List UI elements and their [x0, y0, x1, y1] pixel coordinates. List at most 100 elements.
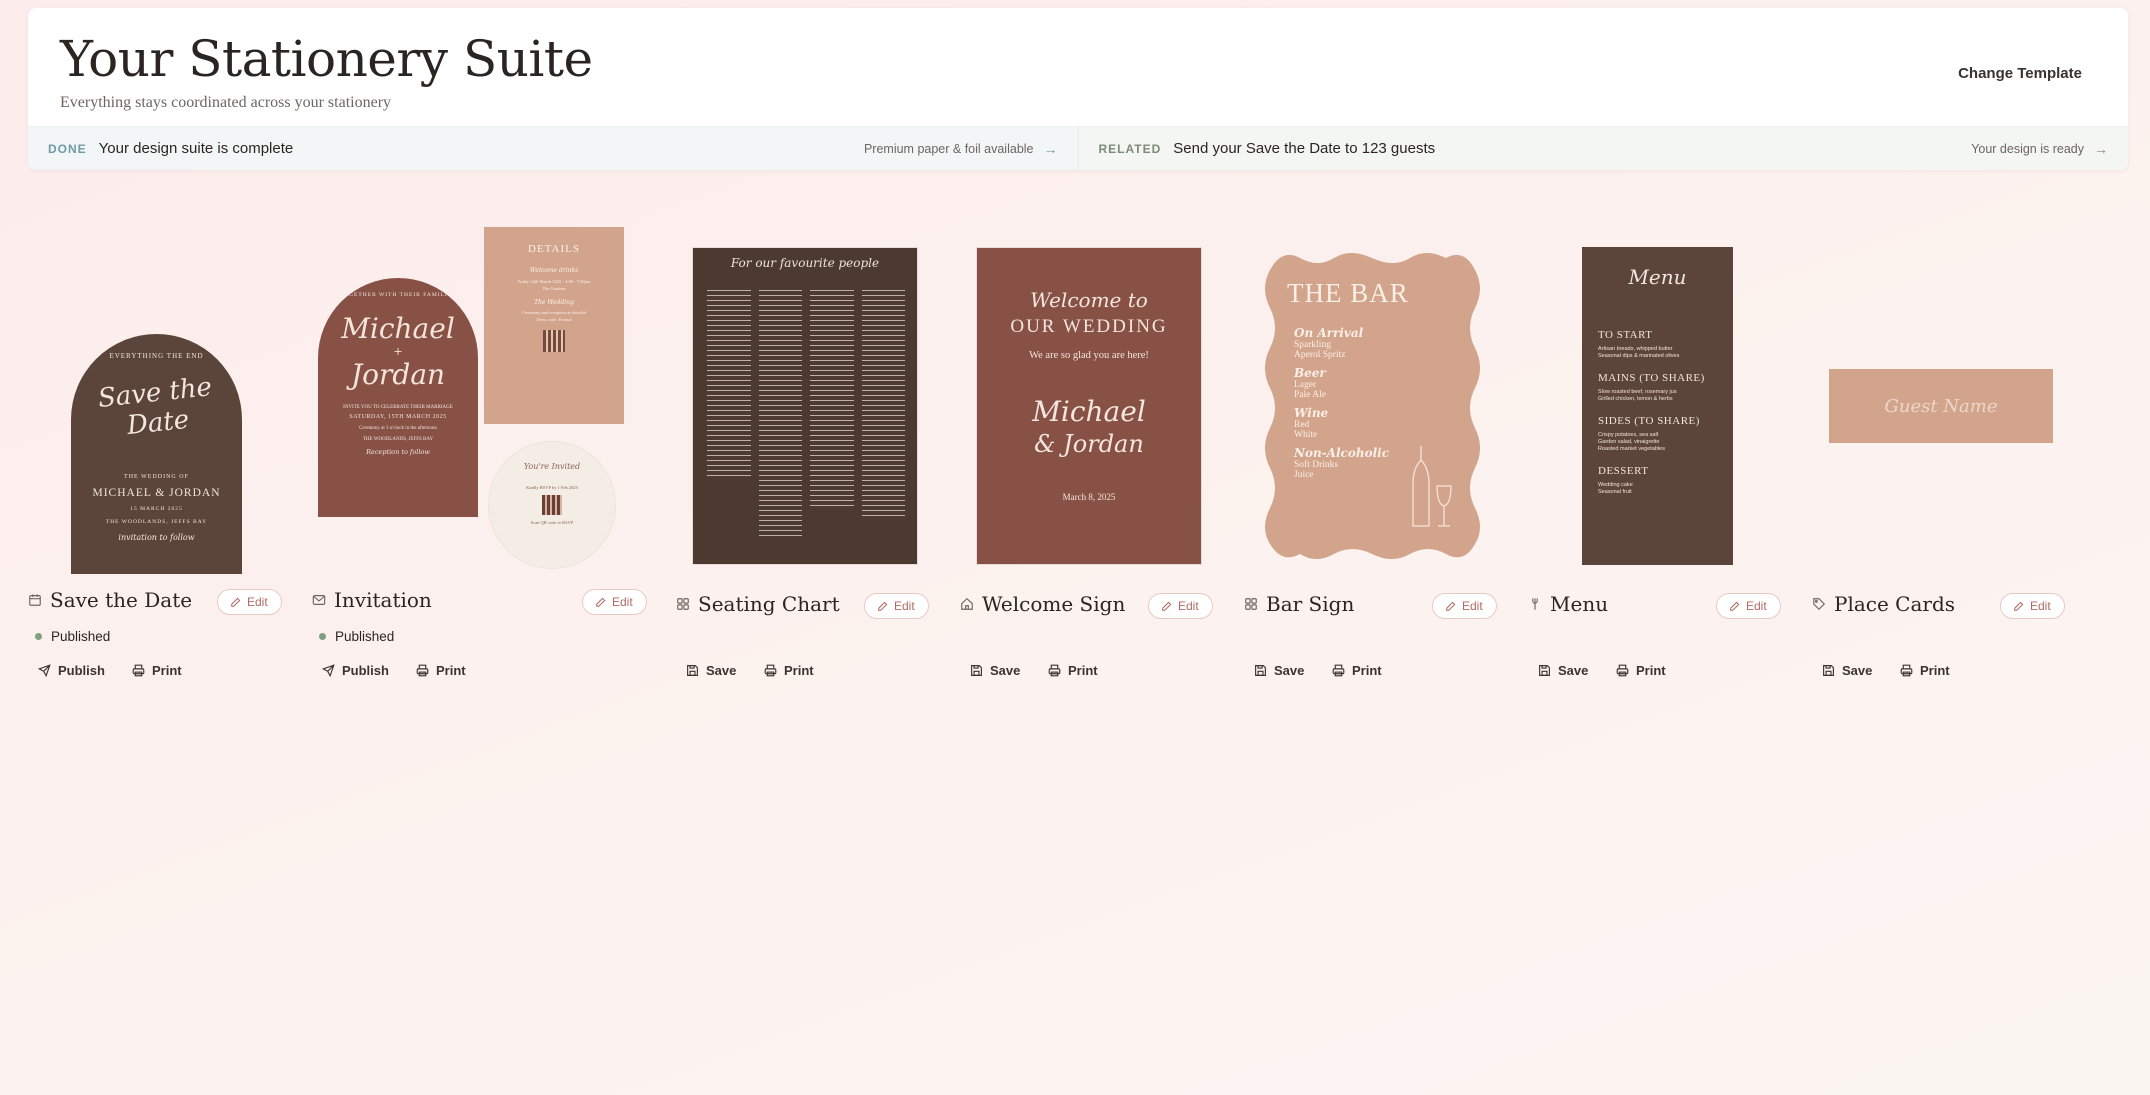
save-the-date-status-badge: Published	[35, 629, 110, 644]
status-related: RELATED Send your Save the Date to 123 g…	[1078, 126, 2128, 170]
welcome-name-2: & Jordan	[1034, 430, 1144, 458]
rsvp-text-1: Kindly RSVP by 1 Feb 2025	[526, 485, 578, 490]
change-template-button[interactable]: Change Template	[1958, 65, 2082, 82]
grid-icon	[1244, 597, 1258, 611]
invitation-preview[interactable]: TOGETHER WITH THEIR FAMILIES Michael + J…	[318, 278, 478, 517]
save-icon	[686, 664, 699, 677]
menu-section-heading: MAINS (TO SHARE)	[1598, 372, 1705, 384]
seating-chart-edit-button[interactable]: Edit	[864, 593, 929, 619]
menu-edit-button[interactable]: Edit	[1716, 593, 1781, 619]
details-card-preview[interactable]: DETAILS Welcome drinks Friday 14th March…	[484, 227, 624, 424]
rsvp-card-preview[interactable]: You're Invited Kindly RSVP by 1 Feb 2025…	[489, 442, 615, 568]
seating-chart-preview[interactable]: For our favourite people	[693, 248, 917, 564]
bar-sign-print-label: Print	[1352, 663, 1382, 678]
bar-section-heading: On Arrival	[1294, 326, 1364, 340]
menu-item: Crispy potatoes, sea salt	[1598, 432, 1659, 438]
details-qr-code	[543, 330, 565, 352]
menu-item: Roasted market vegetables	[1598, 446, 1665, 452]
menu-section-heading: DESSERT	[1598, 465, 1649, 477]
seating-chart-save-button[interactable]: Save	[686, 663, 736, 678]
inv-line-1: INVITE YOU TO CELEBRATE THEIR MARRIAGE	[343, 405, 453, 410]
welcome-script: Welcome to	[1030, 288, 1148, 312]
utensils-icon	[1528, 597, 1542, 611]
welcome-sign-save-button[interactable]: Save	[970, 663, 1020, 678]
design-ready-link[interactable]: Your design is ready →	[1971, 141, 2108, 157]
bar-item: Juice	[1294, 470, 1314, 480]
seating-chart-print-label: Print	[784, 663, 814, 678]
suite-header: Your Stationery Suite Everything stays c…	[28, 8, 2128, 170]
invitation-edit-button[interactable]: Edit	[582, 589, 647, 615]
std-script-title: Save the Date	[96, 372, 214, 442]
envelope-icon	[312, 593, 326, 607]
place-cards-print-label: Print	[1920, 663, 1950, 678]
status-related-message: Send your Save the Date to 123 guests	[1173, 140, 1436, 157]
welcome-sign-preview[interactable]: Welcome to OUR WEDDING We are so glad yo…	[977, 248, 1201, 564]
welcome-sign-card-title: Welcome Sign	[960, 592, 1125, 616]
save-the-date-title-text: Save the Date	[50, 588, 193, 612]
status-related-label: RELATED	[1098, 141, 1162, 156]
bar-sign-card-title: Bar Sign	[1244, 592, 1354, 616]
bar-section-heading: Non-Alcoholic	[1294, 446, 1390, 460]
welcome-sign-save-label: Save	[990, 663, 1021, 678]
invitation-print-button[interactable]: Print	[416, 663, 466, 678]
menu-print-button[interactable]: Print	[1616, 663, 1666, 678]
premium-paper-link[interactable]: Premium paper & foil available →	[864, 141, 1058, 157]
pencil-icon	[1161, 601, 1172, 612]
welcome-date: March 8, 2025	[1062, 492, 1116, 502]
std-top-text: EVERYTHING THE END	[109, 352, 204, 360]
save-the-date-edit-button[interactable]: Edit	[217, 589, 282, 615]
seating-chart-edit-label: Edit	[894, 599, 915, 613]
rsvp-title: You're Invited	[523, 462, 581, 471]
menu-preview[interactable]: Menu TO START Artisan breads, whipped but…	[1582, 247, 1733, 565]
status-done-message: Your design suite is complete	[98, 140, 294, 157]
menu-item: Grilled chicken, lemon & herbs	[1598, 396, 1673, 402]
bar-sign-preview[interactable]: THE BAR On Arrival Sparkling Aperol Spritz…	[1260, 248, 1485, 564]
seating-chart-print-button[interactable]: Print	[764, 663, 814, 678]
save-the-date-edit-label: Edit	[247, 595, 268, 609]
pencil-icon	[595, 597, 606, 608]
welcome-subtitle: We are so glad you are here!	[1029, 350, 1149, 361]
menu-item: Slow roasted beef, rosemary jus	[1598, 389, 1677, 395]
std-venue: THE WOODLANDS, JEFFS BAY	[105, 519, 208, 525]
welcome-sign-print-button[interactable]: Print	[1048, 663, 1098, 678]
bar-sign-print-button[interactable]: Print	[1332, 663, 1382, 678]
inv-name-1: Michael	[341, 312, 455, 345]
inv-line-4: THE WOODLANDS, JEFFS BAY	[362, 437, 434, 442]
menu-item: Seasonal dips & marinated olives	[1598, 353, 1680, 359]
invitation-print-label: Print	[436, 663, 466, 678]
bar-item: White	[1294, 430, 1318, 440]
menu-sections: TO START Artisan breads, whipped butter Se…	[1598, 329, 1723, 496]
menu-item: Artisan breads, whipped butter	[1598, 346, 1673, 352]
place-cards-edit-button[interactable]: Edit	[2000, 593, 2065, 619]
seating-chart-save-label: Save	[706, 663, 737, 678]
menu-save-button[interactable]: Save	[1538, 663, 1588, 678]
std-names: MICHAEL & JORDAN	[92, 487, 221, 499]
details-heading-1: Welcome drinks	[529, 267, 579, 274]
bar-sections: On Arrival Sparkling Aperol Spritz Beer Lage…	[1294, 326, 1389, 480]
welcome-sign-edit-button[interactable]: Edit	[1148, 593, 1213, 619]
bar-section-heading: Beer	[1294, 366, 1326, 380]
details-text-2: The Gardens	[542, 286, 566, 291]
status-dot	[35, 633, 42, 640]
bar-sign-edit-button[interactable]: Edit	[1432, 593, 1497, 619]
menu-print-label: Print	[1636, 663, 1666, 678]
save-the-date-preview[interactable]: EVERYTHING THE END Save the Date THE WED…	[71, 334, 242, 574]
details-title: DETAILS	[528, 243, 580, 255]
save-the-date-print-button[interactable]: Print	[132, 663, 182, 678]
printer-icon	[1048, 664, 1061, 677]
calendar-icon	[28, 593, 42, 607]
save-the-date-publish-button[interactable]: Publish	[38, 663, 105, 678]
invitation-edit-label: Edit	[612, 595, 633, 609]
bar-item: Lager	[1294, 380, 1317, 390]
place-cards-save-button[interactable]: Save	[1822, 663, 1872, 678]
bar-title: THE BAR	[1287, 278, 1409, 308]
printer-icon	[1332, 664, 1345, 677]
invitation-publish-button[interactable]: Publish	[322, 663, 389, 678]
bar-sign-save-button[interactable]: Save	[1254, 663, 1304, 678]
arrow-right-icon: →	[1043, 140, 1058, 157]
arrow-right-icon: →	[2094, 140, 2108, 157]
place-cards-print-button[interactable]: Print	[1900, 663, 1950, 678]
invitation-status-badge: Published	[319, 629, 394, 644]
place-card-preview[interactable]: Guest Name	[1829, 369, 2053, 443]
save-icon	[1538, 664, 1551, 677]
